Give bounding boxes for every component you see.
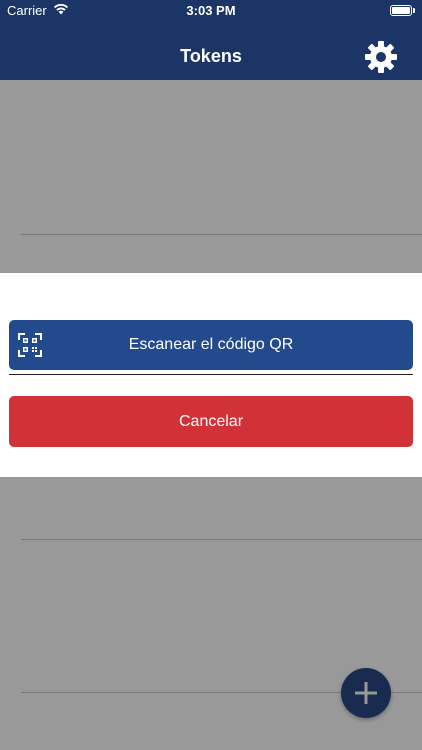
cancel-label: Cancelar (178, 412, 244, 430)
scan-qr-button[interactable]: Escanear el código QR (9, 320, 413, 370)
status-time: 3:03 PM (186, 3, 236, 18)
scan-qr-label: Escanear el código QR (128, 336, 294, 353)
qr-scan-icon (18, 333, 42, 357)
cancel-button[interactable]: Cancelar (9, 396, 413, 447)
nav-bar: Tokens (0, 22, 422, 80)
page-title: Tokens (180, 46, 242, 66)
settings-button[interactable] (362, 38, 400, 76)
status-bar: Carrier 3:03 PM (0, 0, 422, 22)
battery-tip (413, 8, 415, 13)
action-sheet: Escanear el código QR Cancelar (0, 273, 422, 477)
battery-icon (390, 5, 412, 16)
gear-icon (365, 41, 397, 73)
sheet-divider (9, 374, 413, 375)
